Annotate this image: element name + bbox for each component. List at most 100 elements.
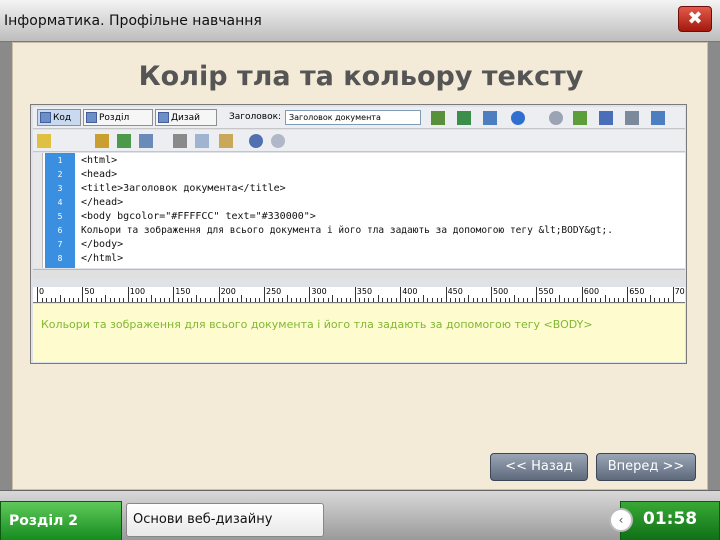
chevron-left-icon[interactable]: ‹ <box>609 508 633 532</box>
forward-button[interactable]: Вперед >> <box>596 453 696 481</box>
ruler-tick <box>195 295 197 302</box>
ruler-tick <box>395 298 397 302</box>
ruler-label: 0 <box>39 287 45 296</box>
ruler-tick <box>618 298 620 302</box>
ruler-tick <box>509 298 511 302</box>
ruler-tick <box>232 298 234 302</box>
ruler-tick <box>182 298 184 302</box>
ruler-tick <box>223 298 225 302</box>
code-line: <head> <box>81 169 118 180</box>
ruler-tick <box>486 298 488 302</box>
ruler-tick <box>568 298 570 302</box>
ruler-tick <box>540 298 542 302</box>
ruler-tick <box>363 298 365 302</box>
ruler-tick <box>145 298 147 302</box>
ruler-tick <box>300 298 302 302</box>
editor-screenshot: Код Розділ Дизай Заголовок: Заголовок до… <box>30 104 687 364</box>
new-file-icon[interactable] <box>37 134 51 148</box>
upload-icon[interactable] <box>483 111 497 125</box>
design-ruler: 0 50 100 150 200 250 300 350 400 450 500 550 600 650 7… <box>33 287 685 303</box>
redo-icon[interactable] <box>271 134 285 148</box>
line-number: 2 <box>57 170 63 179</box>
line-number: 6 <box>57 226 63 235</box>
design-view-label: Дизай <box>171 113 201 123</box>
ruler-tick <box>404 298 406 302</box>
ruler-tick <box>64 298 66 302</box>
close-button[interactable]: ✖ <box>678 6 712 32</box>
save-all-icon[interactable] <box>139 134 153 148</box>
ruler-tick <box>468 295 470 302</box>
ruler-tick <box>82 287 84 302</box>
design-view-button[interactable]: Дизай <box>155 109 217 126</box>
preview-text: Кольори та зображення для всього докумен… <box>41 318 593 331</box>
code-nav-icon[interactable] <box>573 111 587 125</box>
refresh-icon[interactable] <box>549 111 563 125</box>
braces-icon[interactable] <box>599 111 613 125</box>
ruler-tick <box>336 298 338 302</box>
editor-toolbar: Код Розділ Дизай Заголовок: Заголовок до… <box>33 107 685 129</box>
copy-icon[interactable] <box>195 134 209 148</box>
ruler-label: 400 <box>402 287 418 296</box>
title-field[interactable]: Заголовок документа <box>285 110 421 125</box>
code-line: <title>Заголовок документа</title> <box>81 183 286 194</box>
ruler-label: 650 <box>629 287 645 296</box>
ruler-tick <box>313 298 315 302</box>
ruler-label: 200 <box>220 287 236 296</box>
save-icon[interactable] <box>117 134 131 148</box>
ruler-tick <box>559 295 561 302</box>
code-editor[interactable]: 1 2 3 4 5 6 7 8 <html> <head> <title>Заг… <box>33 153 685 268</box>
ruler-tick <box>622 298 624 302</box>
paste-icon[interactable] <box>219 134 233 148</box>
ruler-tick <box>545 298 547 302</box>
options-icon[interactable] <box>625 111 639 125</box>
ruler-tick <box>409 298 411 302</box>
code-line: </body> <box>81 239 124 250</box>
ruler-tick <box>631 298 633 302</box>
ruler-tick <box>241 295 243 302</box>
ruler-tick <box>491 287 492 302</box>
ruler-tick <box>136 298 138 302</box>
ruler-tick <box>91 298 93 302</box>
ruler-tick <box>354 287 356 302</box>
undo-icon[interactable] <box>249 134 263 148</box>
ruler-tick <box>513 295 515 302</box>
ruler-label: 550 <box>538 287 554 296</box>
cut-icon[interactable] <box>173 134 187 148</box>
code-view-button[interactable]: Код <box>37 109 81 126</box>
ruler-tick <box>77 298 79 302</box>
ruler-tick <box>531 298 533 302</box>
ruler-tick <box>595 298 597 302</box>
ruler-tick <box>323 298 325 302</box>
ruler-tick <box>268 298 270 302</box>
window-title: Інформатика. Профільне навчання <box>4 13 262 29</box>
ruler-tick <box>173 287 175 302</box>
globe-icon[interactable] <box>511 111 525 125</box>
ruler-label: 70 <box>674 287 685 296</box>
ruler-tick <box>382 298 384 302</box>
ruler-tick <box>218 287 220 302</box>
slide-title: Колір тла та кольору тексту <box>138 61 584 92</box>
ruler-tick <box>668 298 670 302</box>
validate-icon[interactable] <box>431 111 445 125</box>
code-line: </html> <box>81 253 124 264</box>
ruler-tick <box>599 298 601 302</box>
code-line: <body bgcolor="#FFFFCC" text="#330000"> <box>81 211 316 222</box>
split-view-button[interactable]: Розділ <box>83 109 153 126</box>
ruler-tick <box>649 295 651 302</box>
open-file-icon[interactable] <box>95 134 109 148</box>
ruler-tick <box>118 298 120 302</box>
topic-label[interactable]: Основи веб-дизайну <box>126 503 324 537</box>
ruler-tick <box>504 298 506 302</box>
ruler-tick <box>431 298 433 302</box>
visual-aids-icon[interactable] <box>651 111 665 125</box>
code-line: <html> <box>81 155 118 166</box>
ruler-tick <box>418 298 420 302</box>
ruler-tick <box>295 298 297 302</box>
ruler-tick <box>345 298 347 302</box>
horizontal-scrollbar[interactable] <box>33 269 685 279</box>
ruler-tick <box>164 298 166 302</box>
back-button[interactable]: << Назад <box>490 453 588 481</box>
section-badge[interactable]: Розділ 2 <box>0 501 122 540</box>
ruler-tick <box>309 287 311 302</box>
preview-icon[interactable] <box>457 111 471 125</box>
